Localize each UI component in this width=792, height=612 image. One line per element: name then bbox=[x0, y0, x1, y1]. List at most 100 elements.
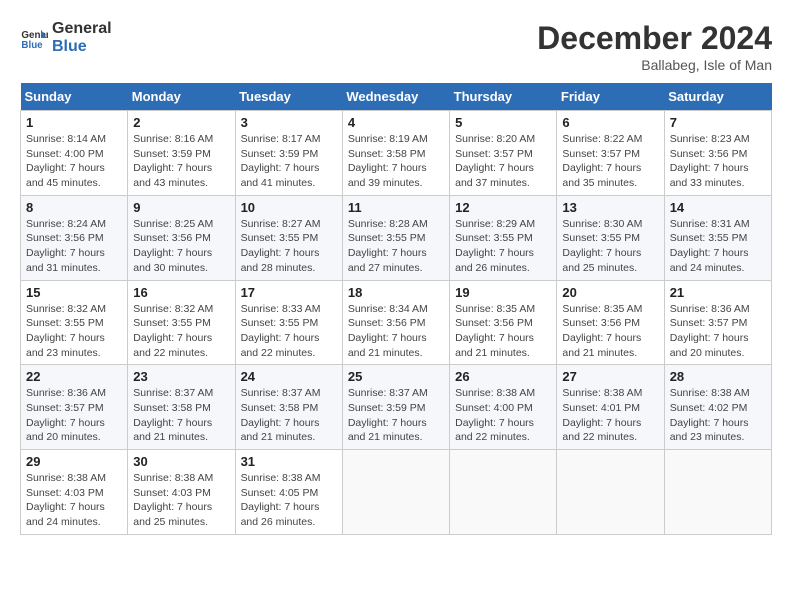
calendar-cell: 21 Sunrise: 8:36 AMSunset: 3:57 PMDayligh… bbox=[664, 280, 771, 365]
day-number: 17 bbox=[241, 285, 337, 300]
day-number: 1 bbox=[26, 115, 122, 130]
day-info: Sunrise: 8:32 AMSunset: 3:55 PMDaylight:… bbox=[26, 302, 122, 361]
day-number: 25 bbox=[348, 369, 444, 384]
day-number: 11 bbox=[348, 200, 444, 215]
calendar-cell: 5Sunrise: 8:20 AMSunset: 3:57 PMDaylight… bbox=[450, 111, 557, 196]
week-row-5: 29 Sunrise: 8:38 AMSunset: 4:03 PMDayligh… bbox=[21, 450, 772, 535]
weekday-header-wednesday: Wednesday bbox=[342, 83, 449, 111]
weekday-header-row: SundayMondayTuesdayWednesdayThursdayFrid… bbox=[21, 83, 772, 111]
calendar-cell: 19Sunrise: 8:35 AMSunset: 3:56 PMDayligh… bbox=[450, 280, 557, 365]
calendar-cell: 13 Sunrise: 8:30 AMSunset: 3:55 PMDayligh… bbox=[557, 195, 664, 280]
day-info: Sunrise: 8:25 AMSunset: 3:56 PMDaylight:… bbox=[133, 217, 229, 276]
day-info: Sunrise: 8:37 AMSunset: 3:58 PMDaylight:… bbox=[241, 386, 337, 445]
day-info: Sunrise: 8:16 AMSunset: 3:59 PMDaylight:… bbox=[133, 132, 229, 191]
day-info: Sunrise: 8:28 AMSunset: 3:55 PMDaylight:… bbox=[348, 217, 444, 276]
month-title: December 2024 bbox=[537, 20, 772, 57]
day-info: Sunrise: 8:35 AMSunset: 3:56 PMDaylight:… bbox=[562, 302, 658, 361]
day-info: Sunrise: 8:37 AMSunset: 3:58 PMDaylight:… bbox=[133, 386, 229, 445]
weekday-header-saturday: Saturday bbox=[664, 83, 771, 111]
weekday-header-thursday: Thursday bbox=[450, 83, 557, 111]
day-info: Sunrise: 8:38 AMSunset: 4:03 PMDaylight:… bbox=[133, 471, 229, 530]
day-number: 20 bbox=[562, 285, 658, 300]
week-row-3: 15 Sunrise: 8:32 AMSunset: 3:55 PMDayligh… bbox=[21, 280, 772, 365]
day-info: Sunrise: 8:24 AMSunset: 3:56 PMDaylight:… bbox=[26, 217, 122, 276]
calendar-cell: 26 Sunrise: 8:38 AMSunset: 4:00 PMDayligh… bbox=[450, 365, 557, 450]
day-number: 26 bbox=[455, 369, 551, 384]
day-info: Sunrise: 8:36 AMSunset: 3:57 PMDaylight:… bbox=[670, 302, 766, 361]
day-info: Sunrise: 8:33 AMSunset: 3:55 PMDaylight:… bbox=[241, 302, 337, 361]
day-info: Sunrise: 8:30 AMSunset: 3:55 PMDaylight:… bbox=[562, 217, 658, 276]
logo-general: General bbox=[52, 20, 112, 38]
calendar-cell: 15 Sunrise: 8:32 AMSunset: 3:55 PMDayligh… bbox=[21, 280, 128, 365]
logo: General Blue General Blue bbox=[20, 20, 112, 55]
calendar-cell: 7 Sunrise: 8:23 AMSunset: 3:56 PMDaylight… bbox=[664, 111, 771, 196]
day-info: Sunrise: 8:36 AMSunset: 3:57 PMDaylight:… bbox=[26, 386, 122, 445]
day-number: 18 bbox=[348, 285, 444, 300]
day-number: 15 bbox=[26, 285, 122, 300]
day-number: 4 bbox=[348, 115, 444, 130]
logo-icon: General Blue bbox=[20, 24, 48, 52]
day-number: 16 bbox=[133, 285, 229, 300]
calendar-cell: 9Sunrise: 8:25 AMSunset: 3:56 PMDaylight… bbox=[128, 195, 235, 280]
calendar-cell: 1 Sunrise: 8:14 AMSunset: 4:00 PMDaylight… bbox=[21, 111, 128, 196]
calendar-cell: 2 Sunrise: 8:16 AMSunset: 3:59 PMDaylight… bbox=[128, 111, 235, 196]
calendar-cell: 10 Sunrise: 8:27 AMSunset: 3:55 PMDayligh… bbox=[235, 195, 342, 280]
calendar-cell: 25Sunrise: 8:37 AMSunset: 3:59 PMDayligh… bbox=[342, 365, 449, 450]
day-info: Sunrise: 8:27 AMSunset: 3:55 PMDaylight:… bbox=[241, 217, 337, 276]
day-info: Sunrise: 8:32 AMSunset: 3:55 PMDaylight:… bbox=[133, 302, 229, 361]
day-info: Sunrise: 8:20 AMSunset: 3:57 PMDaylight:… bbox=[455, 132, 551, 191]
calendar-cell bbox=[557, 450, 664, 535]
calendar-cell: 8 Sunrise: 8:24 AMSunset: 3:56 PMDaylight… bbox=[21, 195, 128, 280]
calendar-cell bbox=[450, 450, 557, 535]
day-info: Sunrise: 8:23 AMSunset: 3:56 PMDaylight:… bbox=[670, 132, 766, 191]
weekday-header-monday: Monday bbox=[128, 83, 235, 111]
weekday-header-sunday: Sunday bbox=[21, 83, 128, 111]
day-number: 14 bbox=[670, 200, 766, 215]
day-info: Sunrise: 8:14 AMSunset: 4:00 PMDaylight:… bbox=[26, 132, 122, 191]
calendar-cell: 30 Sunrise: 8:38 AMSunset: 4:03 PMDayligh… bbox=[128, 450, 235, 535]
title-block: December 2024 Ballabeg, Isle of Man bbox=[537, 20, 772, 73]
day-number: 27 bbox=[562, 369, 658, 384]
location: Ballabeg, Isle of Man bbox=[537, 57, 772, 73]
day-info: Sunrise: 8:38 AMSunset: 4:03 PMDaylight:… bbox=[26, 471, 122, 530]
day-number: 6 bbox=[562, 115, 658, 130]
day-number: 23 bbox=[133, 369, 229, 384]
calendar-cell: 16 Sunrise: 8:32 AMSunset: 3:55 PMDayligh… bbox=[128, 280, 235, 365]
day-info: Sunrise: 8:17 AMSunset: 3:59 PMDaylight:… bbox=[241, 132, 337, 191]
calendar-cell: 17 Sunrise: 8:33 AMSunset: 3:55 PMDayligh… bbox=[235, 280, 342, 365]
day-number: 21 bbox=[670, 285, 766, 300]
day-info: Sunrise: 8:34 AMSunset: 3:56 PMDaylight:… bbox=[348, 302, 444, 361]
day-number: 10 bbox=[241, 200, 337, 215]
day-number: 30 bbox=[133, 454, 229, 469]
calendar-cell: 28 Sunrise: 8:38 AMSunset: 4:02 PMDayligh… bbox=[664, 365, 771, 450]
day-number: 24 bbox=[241, 369, 337, 384]
week-row-2: 8 Sunrise: 8:24 AMSunset: 3:56 PMDaylight… bbox=[21, 195, 772, 280]
calendar-cell: 12 Sunrise: 8:29 AMSunset: 3:55 PMDayligh… bbox=[450, 195, 557, 280]
day-number: 2 bbox=[133, 115, 229, 130]
day-number: 31 bbox=[241, 454, 337, 469]
day-number: 22 bbox=[26, 369, 122, 384]
calendar-cell: 6Sunrise: 8:22 AMSunset: 3:57 PMDaylight… bbox=[557, 111, 664, 196]
day-info: Sunrise: 8:38 AMSunset: 4:01 PMDaylight:… bbox=[562, 386, 658, 445]
day-info: Sunrise: 8:29 AMSunset: 3:55 PMDaylight:… bbox=[455, 217, 551, 276]
day-info: Sunrise: 8:38 AMSunset: 4:05 PMDaylight:… bbox=[241, 471, 337, 530]
calendar-cell: 27 Sunrise: 8:38 AMSunset: 4:01 PMDayligh… bbox=[557, 365, 664, 450]
day-number: 28 bbox=[670, 369, 766, 384]
day-number: 13 bbox=[562, 200, 658, 215]
svg-text:Blue: Blue bbox=[21, 39, 43, 50]
day-number: 3 bbox=[241, 115, 337, 130]
day-number: 7 bbox=[670, 115, 766, 130]
calendar-cell: 4 Sunrise: 8:19 AMSunset: 3:58 PMDaylight… bbox=[342, 111, 449, 196]
weekday-header-tuesday: Tuesday bbox=[235, 83, 342, 111]
day-number: 29 bbox=[26, 454, 122, 469]
day-info: Sunrise: 8:38 AMSunset: 4:00 PMDaylight:… bbox=[455, 386, 551, 445]
calendar-cell: 11 Sunrise: 8:28 AMSunset: 3:55 PMDayligh… bbox=[342, 195, 449, 280]
calendar-cell: 20 Sunrise: 8:35 AMSunset: 3:56 PMDayligh… bbox=[557, 280, 664, 365]
page-header: General Blue General Blue December 2024 … bbox=[20, 20, 772, 73]
day-number: 12 bbox=[455, 200, 551, 215]
day-info: Sunrise: 8:38 AMSunset: 4:02 PMDaylight:… bbox=[670, 386, 766, 445]
day-number: 19 bbox=[455, 285, 551, 300]
week-row-1: 1 Sunrise: 8:14 AMSunset: 4:00 PMDaylight… bbox=[21, 111, 772, 196]
day-number: 8 bbox=[26, 200, 122, 215]
day-info: Sunrise: 8:19 AMSunset: 3:58 PMDaylight:… bbox=[348, 132, 444, 191]
